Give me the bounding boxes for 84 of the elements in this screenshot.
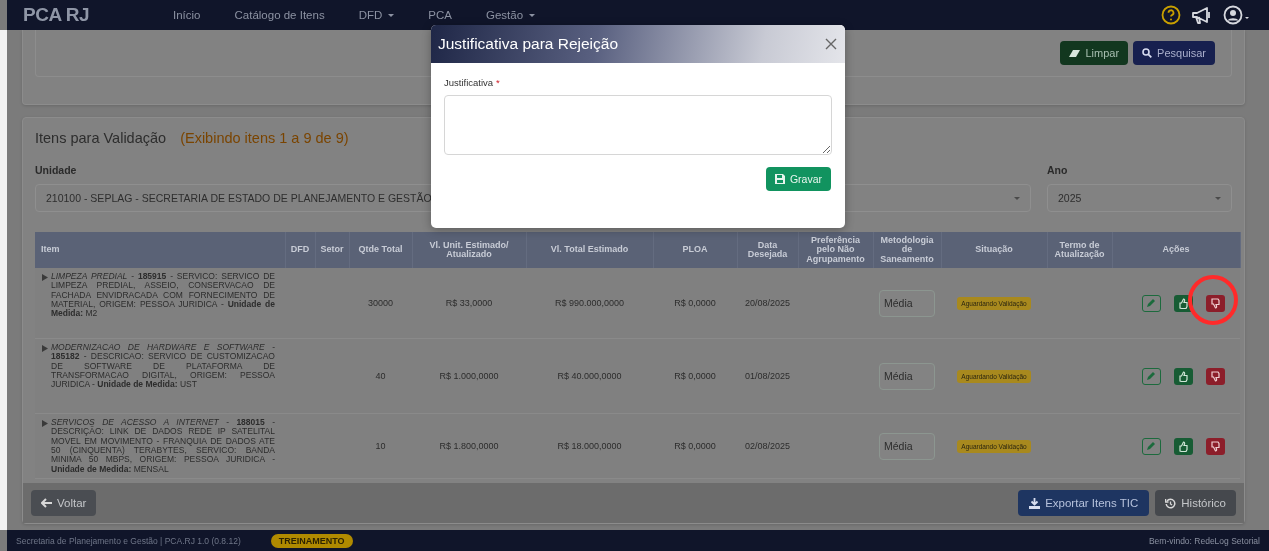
reject-button[interactable] <box>1205 437 1225 455</box>
table-cell: R$ 40.000,0000 <box>557 371 622 381</box>
column-header: Preferência pelo Não Agrupamento <box>806 234 865 264</box>
history-icon <box>1165 497 1177 509</box>
column-header: Data Desejada <box>747 239 788 259</box>
table-cell: 30000 <box>368 298 393 308</box>
action-button[interactable]: Exportar Itens TIC <box>1018 490 1150 517</box>
eraser-icon <box>1069 48 1081 58</box>
approve-button[interactable] <box>1173 437 1193 455</box>
approve-button[interactable] <box>1173 367 1193 385</box>
item-description: SERVICOS DE ACESSO A INTERNET - 188015 - DESCRIÇÃO: LINK DE DADOS REDE IP SATELITAL MOVEL EM MOVIMENTO - FRANQUIA DE DADOS ATE 50 (CINQUENTA) TERABYTES, SERVICO: BANDA MINIMA 50 MBPS, ORIGEM: PESSOA JURIDICA - Unidade de Medida: MENSAL <box>51 418 275 475</box>
table-cell: R$ 0,0000 <box>674 298 716 308</box>
reject-button[interactable] <box>1205 294 1225 312</box>
column-header: Vl. Total Estimado <box>550 244 629 255</box>
search-icon <box>1142 48 1153 58</box>
nav-menu-item[interactable]: Início <box>173 9 201 21</box>
table-cell: 20/08/2025 <box>744 298 790 308</box>
close-icon[interactable] <box>825 38 837 50</box>
save-button[interactable]: Gravar <box>765 167 831 191</box>
required-mark: * <box>496 77 500 88</box>
nav-menu-item[interactable]: DFD <box>358 9 395 21</box>
section-title: Itens para Validação <box>35 130 167 146</box>
download-icon <box>1029 497 1041 509</box>
column-header: Setor <box>320 244 344 255</box>
filter-label: Ano <box>1047 164 1069 176</box>
thumbs-up-icon <box>1178 370 1188 382</box>
table-cell: R$ 33,0000 <box>445 298 493 308</box>
column-header: DFD <box>290 244 310 255</box>
select-field[interactable]: 2025 <box>1047 184 1232 212</box>
expand-icon[interactable] <box>42 345 48 352</box>
column-header: Item <box>41 244 60 255</box>
modal-title: Justificativa para Rejeição <box>438 35 619 53</box>
item-description: LIMPEZA PREDIAL - 185915 - SERVICO: SERVICO DE LIMPEZA PREDIAL, ASSEIO, CONSERVACAO DE FACHADA ENVIDRACADA COM FORNECIMENTO DE MATERIAL, ORIGEM: PESSOA JURIDICA - Unidade de Medida: M2 <box>51 272 275 319</box>
pencil-icon <box>1146 371 1156 381</box>
thumbs-down-icon <box>1210 297 1220 309</box>
field-label: Justificativa <box>444 77 494 88</box>
action-button[interactable]: Histórico <box>1155 490 1236 517</box>
help-icon[interactable] <box>1161 5 1181 25</box>
item-count: (Exibindo itens 1 a 9 de 9) <box>180 130 349 146</box>
column-header: Metodologia de Saneamento <box>880 234 934 264</box>
column-header: Ações <box>1162 244 1190 255</box>
table-cell: R$ 1.000,0000 <box>439 371 499 381</box>
welcome-text: Bem-vindo: RedeLog Setorial <box>1148 535 1260 546</box>
table-cell: 02/08/2025 <box>744 441 790 452</box>
arrow-left-icon <box>41 498 52 509</box>
thumbs-down-icon <box>1210 440 1220 452</box>
table-cell: 40 <box>375 371 386 381</box>
expand-icon[interactable] <box>42 420 48 427</box>
action-button[interactable]: Voltar <box>31 490 97 517</box>
justification-field[interactable] <box>444 95 832 155</box>
column-header: Qtde Total <box>358 244 403 255</box>
table-cell: R$ 18.000,0000 <box>557 441 622 452</box>
megaphone-icon[interactable] <box>1191 5 1213 25</box>
method-field[interactable]: Média <box>879 289 935 317</box>
thumbs-down-icon <box>1210 370 1220 382</box>
brand-logo[interactable]: PCA RJ <box>23 4 173 26</box>
filter-label: Unidade <box>35 164 78 176</box>
column-header: PLOA <box>682 244 708 255</box>
table-cell: 10 <box>375 441 386 452</box>
table-cell: 01/08/2025 <box>744 371 790 381</box>
nav-menu-item[interactable]: Catálogo de Itens <box>234 9 325 21</box>
thumbs-up-icon <box>1178 440 1188 452</box>
pencil-icon <box>1146 298 1156 308</box>
nav-menu-item[interactable]: PCA <box>428 9 452 21</box>
column-header: Termo de Atualização <box>1054 239 1105 259</box>
nav-menu-item[interactable]: Gestão <box>485 9 536 21</box>
table-cell: R$ 0,0000 <box>674 441 716 452</box>
action-button[interactable]: Limpar <box>1060 41 1129 65</box>
item-description: MODERNIZACAO DE HARDWARE E SOFTWARE - 185182 - DESCRICAO: SERVICO DE CUSTOMIZACAO DE SOFTWARE DE PLATAFORMA DE TRANSFORMACAO DIGITAL, ORIGEM: PESSOA JURIDICA - Unidade de Medida: UST <box>51 343 275 390</box>
expand-icon[interactable] <box>42 274 48 281</box>
table-cell: R$ 990.000,0000 <box>554 298 625 308</box>
table-cell: R$ 1.800,0000 <box>439 441 499 452</box>
pencil-icon <box>1146 441 1156 452</box>
column-header: Vl. Unit. Estimado/ Atualizado <box>429 239 509 259</box>
environment-badge: TREINAMENTO <box>270 533 353 548</box>
table-cell: R$ 0,0000 <box>674 371 716 381</box>
user-avatar-icon[interactable] <box>1223 5 1251 25</box>
method-field[interactable]: Média <box>879 362 935 390</box>
footer-text: Secretaria de Planejamento e Gestão | PCA.RJ 1.0 (0.8.12) <box>16 535 241 546</box>
method-field[interactable]: Média <box>879 432 935 460</box>
column-header: Situação <box>975 244 1013 255</box>
reject-button[interactable] <box>1205 367 1225 385</box>
thumbs-up-icon <box>1178 297 1188 309</box>
action-button[interactable]: Pesquisar <box>1133 41 1215 65</box>
